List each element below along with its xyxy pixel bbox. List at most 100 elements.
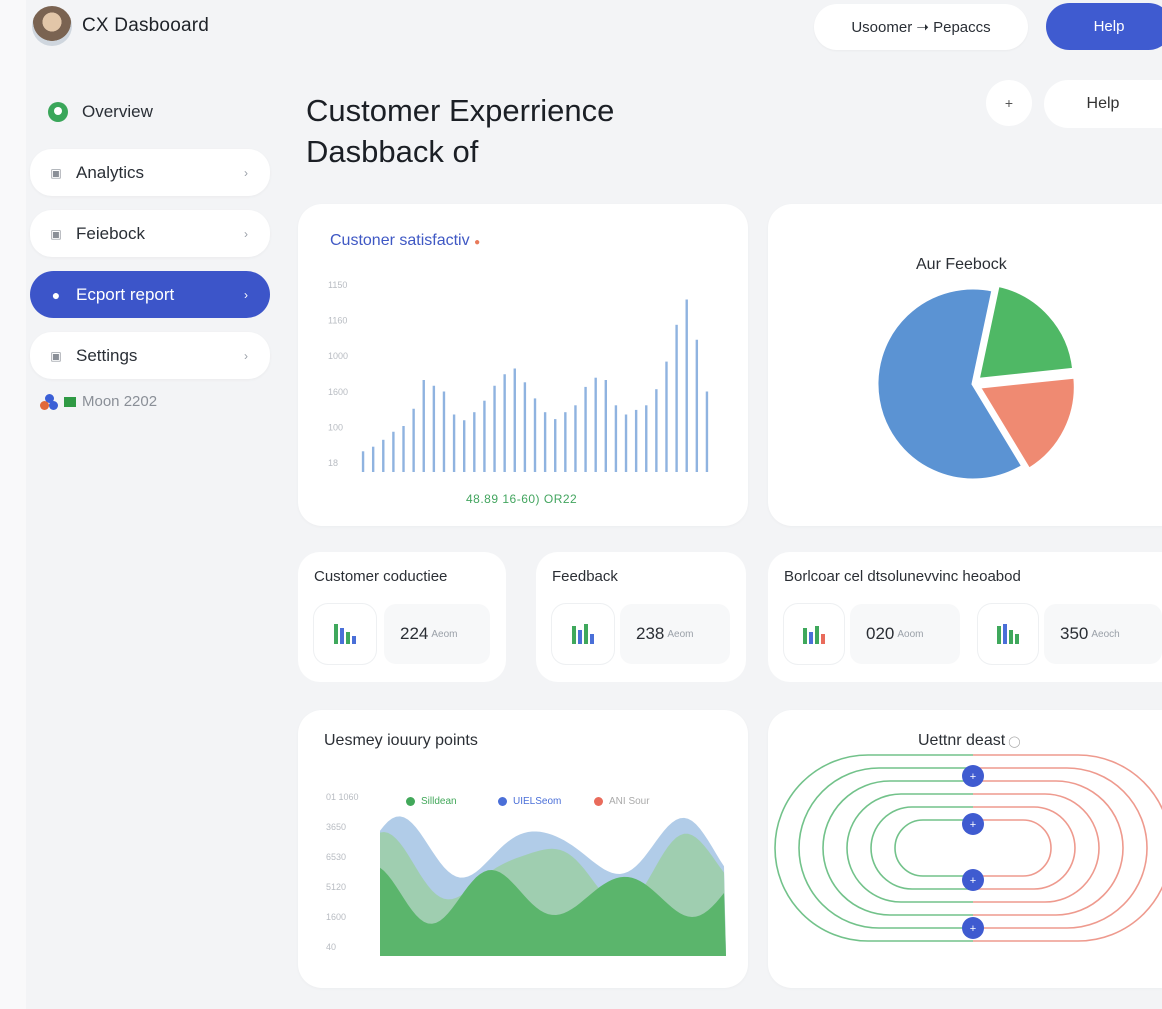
bar <box>685 299 688 472</box>
track-node-label: + <box>970 875 976 887</box>
metric-unit: Aoom <box>897 628 924 640</box>
bar <box>432 385 436 472</box>
bar <box>483 400 486 472</box>
y-tick-label: 1600 <box>328 387 348 397</box>
bar <box>523 382 527 472</box>
y-tick-label: 6530 <box>326 852 346 862</box>
metric-title: Feedback <box>552 568 618 585</box>
analytics-icon: ▣ <box>50 165 62 180</box>
help-button[interactable]: Help <box>1046 3 1162 50</box>
y-tick-label: 01 1060 <box>326 792 359 802</box>
sidebar-item-feedback[interactable]: ▣ Feiebock › <box>30 210 270 257</box>
metric-title: Borlcoar cel dtsolunevvinc heoabod <box>784 568 1021 585</box>
bar <box>634 409 638 472</box>
bar <box>614 405 618 472</box>
brand[interactable]: CX Dasbooard <box>32 6 209 46</box>
bar <box>624 414 628 472</box>
bar <box>675 324 678 472</box>
track-node-label: + <box>970 771 976 783</box>
bar <box>493 385 496 472</box>
metric-card-feedback: Feedback 238 Aeom <box>536 552 746 682</box>
bar <box>564 412 567 472</box>
sidebar-item-settings[interactable]: ▣ Settings › <box>30 332 270 379</box>
satisfaction-bar-chart: 1150 1160 1000 1600 100 18 <box>328 280 709 472</box>
metric-value-box: 350 Aeoch <box>1044 604 1162 664</box>
bar <box>584 386 587 472</box>
metric-unit: Aeom <box>431 628 458 640</box>
metric-value-box: 224 Aeom <box>384 604 490 664</box>
sidebar-item-export-report[interactable]: ● Ecport report › <box>30 271 270 318</box>
bar <box>645 405 648 472</box>
bar <box>513 368 516 472</box>
bar <box>574 405 577 472</box>
sidebar-item-label: Analytics <box>76 162 145 182</box>
track-line-red <box>973 780 1124 916</box>
bar <box>533 398 537 472</box>
bar <box>422 380 425 472</box>
track-line-red <box>973 767 1148 929</box>
metric-value: 224 <box>400 624 429 643</box>
track-line-green <box>894 819 973 877</box>
bar <box>695 339 699 472</box>
metric-value: 350 <box>1060 624 1089 643</box>
sidebar-item-overview[interactable]: Overview <box>30 88 270 135</box>
y-tick-label: 1600 <box>326 912 346 922</box>
track-line-green <box>822 780 973 916</box>
metric-unit: Aeoch <box>1091 628 1120 640</box>
breadcrumb[interactable]: Usoomer ➝ Pepaccs <box>814 4 1028 50</box>
flag-icon <box>64 396 76 407</box>
track-node-label: + <box>970 819 976 831</box>
y-tick-label: 3650 <box>326 822 346 832</box>
bar <box>382 439 385 472</box>
bar-chart-icon[interactable] <box>314 604 376 664</box>
overview-icon <box>48 101 68 122</box>
bar <box>554 419 557 472</box>
satisfaction-card: Custoner satisfactiv ● 1150 1160 1000 1600 1… <box>298 204 748 526</box>
sidebar-item-analytics[interactable]: ▣ Analytics › <box>30 149 270 196</box>
bar <box>371 446 375 472</box>
user-icon: ● <box>51 286 61 303</box>
bar <box>463 420 466 472</box>
metric-card-resolution: Borlcoar cel dtsolunevvinc heoabod 020 A… <box>768 552 1162 682</box>
journey-card: Uesmey iouury points Silldean UIELSeom A… <box>298 710 748 988</box>
chevron-right-icon: › <box>244 165 248 180</box>
y-tick-label: 1150 <box>328 280 347 290</box>
track-diagram: + + + + <box>774 754 1162 942</box>
sidebar-item-label: Settings <box>76 345 138 365</box>
y-tick-label: 1160 <box>328 316 347 326</box>
bar <box>442 391 446 472</box>
page-title: Customer Experrience Dasbback of <box>306 93 615 169</box>
bar-chart-icon[interactable] <box>552 604 614 664</box>
metric-value-box: 020 Aoom <box>850 604 960 664</box>
app-title: CX Dasbooard <box>82 15 210 36</box>
bar <box>543 412 547 472</box>
add-button[interactable]: + <box>986 80 1032 126</box>
metric-card-customer: Customer coductiee 224 Aeom <box>298 552 506 682</box>
chevron-right-icon: › <box>244 226 248 241</box>
settings-icon: ▣ <box>50 348 62 363</box>
pie-slice <box>976 283 1076 382</box>
feedback-pie-chart <box>875 283 1077 482</box>
help-button-secondary[interactable]: Help <box>1044 80 1162 128</box>
track-line-red <box>973 754 1162 942</box>
bar-chart-icon[interactable] <box>978 604 1038 664</box>
bar-chart-icon[interactable] <box>784 604 844 664</box>
chevron-right-icon: › <box>244 287 248 302</box>
sidebar-item-label: Ecport report <box>76 284 175 304</box>
track-node-label: + <box>970 923 976 935</box>
bar <box>392 431 395 472</box>
avatar[interactable] <box>32 6 72 46</box>
y-tick-label: 18 <box>328 458 338 468</box>
y-tick-label: 5120 <box>326 882 346 892</box>
track-line-red <box>973 793 1100 903</box>
user-row[interactable]: Moon 2202 <box>30 393 270 410</box>
feedback-pie-card: Aur Feebock <box>768 204 1162 526</box>
bar <box>594 377 597 472</box>
bar <box>452 414 456 472</box>
letter-card: Uettnr deast ◯ + + + + <box>768 710 1162 988</box>
bar <box>473 412 476 472</box>
team-icon <box>40 393 58 410</box>
track-line-green <box>846 793 973 903</box>
left-margin <box>0 0 26 1009</box>
bar <box>412 408 415 472</box>
